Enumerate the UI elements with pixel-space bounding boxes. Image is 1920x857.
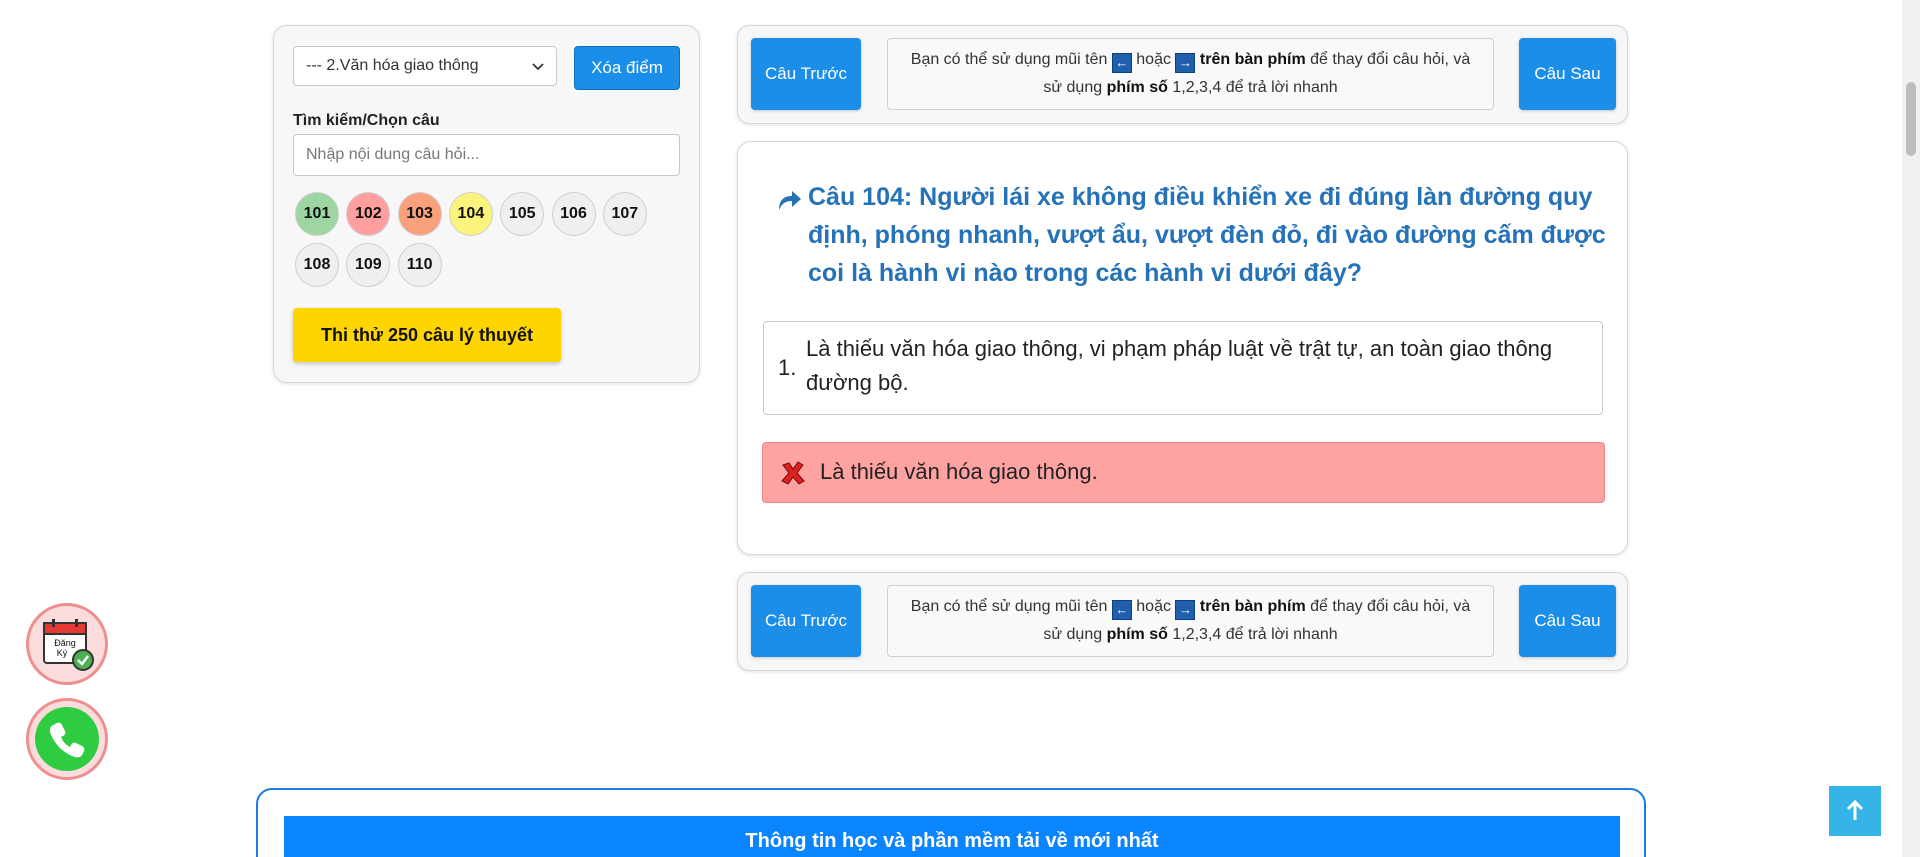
phone-icon bbox=[49, 722, 85, 758]
topic-select-value: --- 2.Văn hóa giao thông bbox=[306, 57, 479, 74]
question-number-101[interactable]: 101 bbox=[295, 192, 339, 236]
hint-text: sử dụng bbox=[1043, 626, 1103, 643]
hint-bold-text: trên bàn phím bbox=[1199, 51, 1306, 68]
question-number-102[interactable]: 102 bbox=[346, 192, 391, 236]
hint-text: Bạn có thể sử dụng mũi tên bbox=[910, 51, 1108, 68]
info-section-title: Thông tin học và phần mềm tải về mới nhấ… bbox=[284, 816, 1620, 857]
question-nav-top: Câu Trước Bạn có thể sử dụng mũi tên ← h… bbox=[737, 25, 1628, 124]
calendar-check-icon: Đăng Ký bbox=[43, 619, 94, 671]
question-number-105[interactable]: 105 bbox=[500, 192, 545, 236]
next-question-button[interactable]: Câu Sau bbox=[1519, 38, 1616, 110]
prev-question-button[interactable]: Câu Trước bbox=[751, 38, 861, 110]
hint-bold-text: phím số bbox=[1106, 626, 1168, 643]
right-arrow-key-icon: → bbox=[1175, 600, 1196, 620]
next-question-button[interactable]: Câu Sau bbox=[1519, 585, 1616, 657]
hint-text: hoặc bbox=[1136, 598, 1171, 615]
hint-text: Bạn có thể sử dụng mũi tên bbox=[910, 598, 1108, 615]
scrollbar-thumb[interactable] bbox=[1906, 82, 1916, 156]
scroll-to-top-button[interactable] bbox=[1829, 786, 1881, 836]
register-label: Đăng bbox=[54, 638, 76, 648]
clear-score-button[interactable]: Xóa điểm bbox=[574, 46, 680, 90]
share-arrow-icon bbox=[779, 191, 801, 210]
topic-select[interactable]: --- 2.Văn hóa giao thông bbox=[293, 46, 557, 86]
right-arrow-key-icon: → bbox=[1175, 53, 1196, 73]
answer-option[interactable]: 1. Là thiếu văn hóa giao thông, vi phạm … bbox=[763, 321, 1603, 415]
question-card: Câu 104: Người lái xe không điều khiển x… bbox=[737, 141, 1628, 555]
register-label: Ký bbox=[57, 648, 68, 658]
phone-float-button[interactable] bbox=[26, 698, 108, 780]
wrong-answer-feedback: Là thiếu văn hóa giao thông. bbox=[762, 442, 1605, 503]
wrong-answer-text: Là thiếu văn hóa giao thông. bbox=[820, 459, 1098, 484]
hint-text: 1,2,3,4 để trả lời nhanh bbox=[1172, 79, 1338, 96]
question-number-107[interactable]: 107 bbox=[602, 192, 647, 236]
answer-number: 1. bbox=[778, 355, 797, 380]
hint-bold-text: phím số bbox=[1106, 79, 1168, 96]
trial-exam-button[interactable]: Thi thử 250 câu lý thuyết bbox=[293, 308, 561, 362]
hint-text: sử dụng bbox=[1043, 79, 1103, 96]
hint-bold-text: trên bàn phím bbox=[1199, 598, 1306, 615]
chevron-down-icon bbox=[532, 59, 544, 74]
search-label: Tìm kiếm/Chọn câu bbox=[293, 112, 440, 129]
page-scrollbar[interactable] bbox=[1902, 0, 1920, 857]
search-placeholder: Nhập nội dung câu hỏi... bbox=[306, 146, 480, 163]
left-arrow-key-icon: ← bbox=[1111, 53, 1132, 73]
question-title: Câu 104: Người lái xe không điều khiển x… bbox=[808, 183, 1606, 287]
answer-text: Là thiếu văn hóa giao thông, vi phạm phá… bbox=[806, 336, 1553, 395]
hint-text: để thay đổi câu hỏi, và bbox=[1310, 51, 1471, 68]
keyboard-hint: Bạn có thể sử dụng mũi tên ← hoặc → trên… bbox=[887, 585, 1494, 657]
question-number-108[interactable]: 108 bbox=[295, 243, 339, 287]
hint-text: để thay đổi câu hỏi, và bbox=[1310, 598, 1471, 615]
question-selector-panel: --- 2.Văn hóa giao thông Xóa điểm Tìm ki… bbox=[273, 25, 700, 383]
close-x-icon bbox=[781, 461, 805, 485]
question-nav-bottom: Câu Trước Bạn có thể sử dụng mũi tên ← h… bbox=[737, 572, 1628, 671]
question-number-109[interactable]: 109 bbox=[346, 243, 391, 287]
question-number-106[interactable]: 106 bbox=[551, 192, 596, 236]
keyboard-hint: Bạn có thể sử dụng mũi tên ← hoặc → trên… bbox=[887, 38, 1494, 110]
left-arrow-key-icon: ← bbox=[1111, 600, 1132, 620]
register-float-button[interactable]: Đăng Ký bbox=[26, 603, 108, 685]
hint-text: hoặc bbox=[1136, 51, 1171, 68]
question-number-110[interactable]: 110 bbox=[397, 243, 442, 287]
prev-question-button[interactable]: Câu Trước bbox=[751, 585, 861, 657]
question-number-104[interactable]: 104 bbox=[448, 192, 493, 236]
search-input[interactable]: Nhập nội dung câu hỏi... bbox=[293, 134, 680, 176]
question-number-103[interactable]: 103 bbox=[397, 192, 442, 236]
hint-text: 1,2,3,4 để trả lời nhanh bbox=[1172, 626, 1338, 643]
arrow-up-icon bbox=[1846, 800, 1864, 820]
info-section: Thông tin học và phần mềm tải về mới nhấ… bbox=[256, 788, 1646, 857]
